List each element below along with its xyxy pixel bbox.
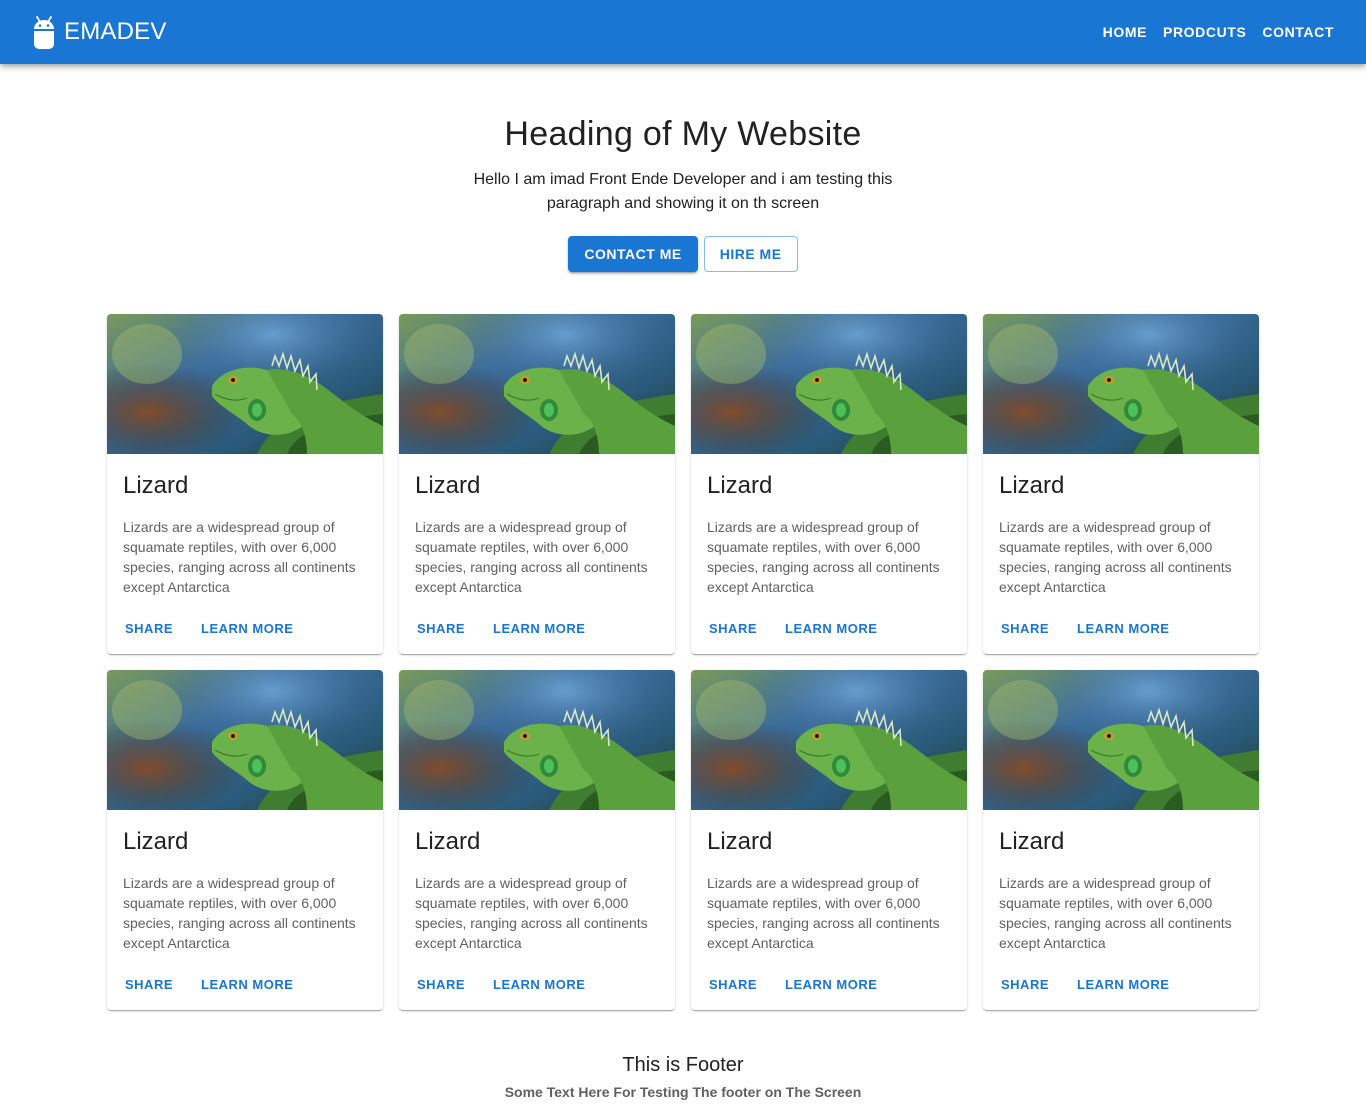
card-actions: SHARE LEARN MORE <box>407 617 595 640</box>
brand-name: EMADEV <box>64 18 167 45</box>
learn-more-button[interactable]: LEARN MORE <box>1067 973 1179 996</box>
card-description: Lizards are a widespread group of squama… <box>999 875 1232 951</box>
nav-products[interactable]: PRODCUTS <box>1155 18 1254 46</box>
footer: This is Footer Some Text Here For Testin… <box>0 1052 1366 1102</box>
card-actions: SHARE LEARN MORE <box>699 973 887 996</box>
card-title: Lizard <box>123 472 189 499</box>
nav-home[interactable]: HOME <box>1095 18 1155 46</box>
hero-actions: CONTACT ME HIRE ME <box>0 236 1366 272</box>
card[interactable]: Lizard Lizards are a widespread group of… <box>983 670 1259 1010</box>
card-title: Lizard <box>707 472 773 499</box>
card-actions: SHARE LEARN MORE <box>991 973 1179 996</box>
lizard-photo <box>107 314 383 454</box>
card-description: Lizards are a widespread group of squama… <box>123 875 356 951</box>
card[interactable]: Lizard Lizards are a widespread group of… <box>983 314 1259 654</box>
card-body: Lizard Lizards are a widespread group of… <box>691 454 967 597</box>
hire-me-button[interactable]: HIRE ME <box>703 236 798 272</box>
learn-more-button[interactable]: LEARN MORE <box>191 973 303 996</box>
card-body: Lizard Lizards are a widespread group of… <box>983 810 1259 953</box>
nav-contact[interactable]: CONTACT <box>1254 18 1342 46</box>
card-description: Lizards are a widespread group of squama… <box>707 519 940 595</box>
page-title: Heading of My Website <box>504 115 862 153</box>
lizard-photo <box>983 670 1259 810</box>
card-description: Lizards are a widespread group of squama… <box>123 519 356 595</box>
share-button[interactable]: SHARE <box>115 973 183 996</box>
card[interactable]: Lizard Lizards are a widespread group of… <box>107 314 383 654</box>
card-body: Lizard Lizards are a widespread group of… <box>399 810 675 953</box>
card-actions: SHARE LEARN MORE <box>407 973 595 996</box>
card-description: Lizards are a widespread group of squama… <box>415 875 648 951</box>
top-nav: HOME PRODCUTS CONTACT <box>1095 18 1342 46</box>
learn-more-button[interactable]: LEARN MORE <box>775 617 887 640</box>
card[interactable]: Lizard Lizards are a widespread group of… <box>691 314 967 654</box>
share-button[interactable]: SHARE <box>991 973 1059 996</box>
card[interactable]: Lizard Lizards are a widespread group of… <box>399 314 675 654</box>
learn-more-button[interactable]: LEARN MORE <box>775 973 887 996</box>
lizard-photo <box>983 314 1259 454</box>
contact-me-button[interactable]: CONTACT ME <box>568 236 698 272</box>
card-title: Lizard <box>415 472 481 499</box>
card-actions: SHARE LEARN MORE <box>699 617 887 640</box>
card-body: Lizard Lizards are a widespread group of… <box>399 454 675 597</box>
learn-more-button[interactable]: LEARN MORE <box>483 617 595 640</box>
share-button[interactable]: SHARE <box>407 973 475 996</box>
card-grid: Lizard Lizards are a widespread group of… <box>107 314 1259 1010</box>
card-actions: SHARE LEARN MORE <box>115 617 303 640</box>
card-actions: SHARE LEARN MORE <box>115 973 303 996</box>
card-title: Lizard <box>415 828 481 855</box>
share-button[interactable]: SHARE <box>991 617 1059 640</box>
card[interactable]: Lizard Lizards are a widespread group of… <box>107 670 383 1010</box>
share-button[interactable]: SHARE <box>699 973 767 996</box>
footer-title: This is Footer <box>622 1054 744 1076</box>
hero-paragraph: Hello I am imad Front Ende Developer and… <box>473 171 893 212</box>
lizard-photo <box>399 314 675 454</box>
lizard-photo <box>691 314 967 454</box>
footer-text: Some Text Here For Testing The footer on… <box>504 1084 862 1100</box>
share-button[interactable]: SHARE <box>407 617 475 640</box>
card-body: Lizard Lizards are a widespread group of… <box>983 454 1259 597</box>
card-body: Lizard Lizards are a widespread group of… <box>107 454 383 597</box>
lizard-photo <box>691 670 967 810</box>
lizard-photo <box>107 670 383 810</box>
card-title: Lizard <box>999 828 1065 855</box>
card[interactable]: Lizard Lizards are a widespread group of… <box>399 670 675 1010</box>
card-body: Lizard Lizards are a widespread group of… <box>107 810 383 953</box>
share-button[interactable]: SHARE <box>699 617 767 640</box>
card-actions: SHARE LEARN MORE <box>991 617 1179 640</box>
learn-more-button[interactable]: LEARN MORE <box>483 973 595 996</box>
card[interactable]: Lizard Lizards are a widespread group of… <box>691 670 967 1010</box>
card-title: Lizard <box>123 828 189 855</box>
app-bar: EMADEV HOME PRODCUTS CONTACT <box>0 0 1366 64</box>
card-title: Lizard <box>707 828 773 855</box>
card-body: Lizard Lizards are a widespread group of… <box>691 810 967 953</box>
lizard-photo <box>399 670 675 810</box>
android-icon <box>32 14 56 50</box>
card-description: Lizards are a widespread group of squama… <box>707 875 940 951</box>
card-description: Lizards are a widespread group of squama… <box>999 519 1232 595</box>
card-description: Lizards are a widespread group of squama… <box>415 519 648 595</box>
brand[interactable]: EMADEV <box>32 14 167 50</box>
card-title: Lizard <box>999 472 1065 499</box>
share-button[interactable]: SHARE <box>115 617 183 640</box>
learn-more-button[interactable]: LEARN MORE <box>191 617 303 640</box>
hero-section: Heading of My Website Hello I am imad Fr… <box>0 112 1366 272</box>
learn-more-button[interactable]: LEARN MORE <box>1067 617 1179 640</box>
